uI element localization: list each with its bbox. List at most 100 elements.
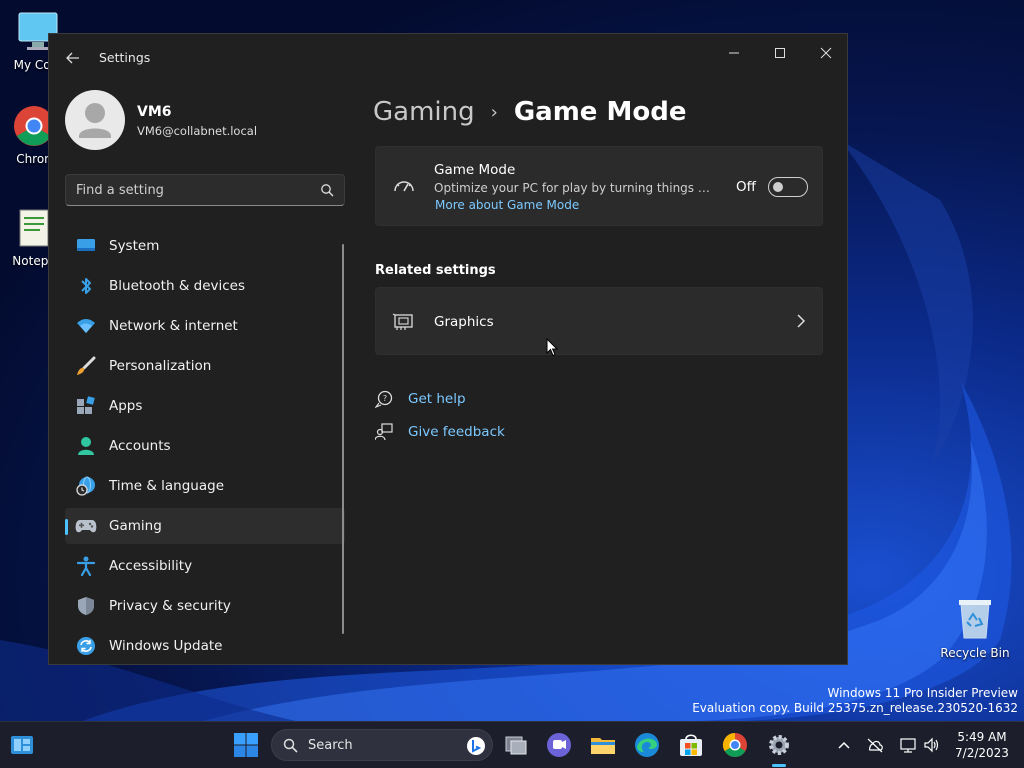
taskbar-search[interactable]: Search (271, 729, 493, 761)
sidebar-nav: System Bluetooth & devices Network & int… (65, 228, 345, 664)
profile-email: VM6@collabnet.local (137, 124, 258, 138)
sidebar-item-personalization[interactable]: Personalization (65, 348, 345, 384)
update-icon (75, 635, 97, 657)
watermark-line-1: Windows 11 Pro Insider Preview (827, 686, 1018, 700)
give-feedback-link[interactable]: Give feedback (375, 421, 505, 443)
search-icon (283, 738, 298, 753)
get-help-label: Get help (408, 391, 466, 407)
taskbar-clock[interactable]: 5:49 AM 7/2/2023 (944, 729, 1020, 761)
breadcrumb: Gaming › Game Mode (373, 92, 686, 132)
taskbar-search-label: Search (308, 738, 353, 753)
get-help-link[interactable]: ? Get help (375, 388, 466, 410)
svg-text:?: ? (383, 394, 387, 403)
settings-search (65, 174, 345, 206)
give-feedback-label: Give feedback (408, 424, 505, 440)
taskbar: Search 5:49 AM 7/2/2023 (0, 721, 1024, 768)
gamepad-icon (75, 515, 97, 537)
sidebar-item-label: Network & internet (109, 318, 238, 334)
clock-time: 5:49 AM (957, 730, 1007, 744)
start-icon[interactable] (232, 731, 260, 759)
chrome-icon[interactable] (721, 731, 749, 759)
person-avatar-icon (79, 103, 111, 138)
related-settings-heading: Related settings (375, 263, 496, 278)
sidebar-item-privacy-security[interactable]: Privacy & security (65, 588, 345, 624)
game-mode-description: Optimize your PC for play by turning thi… (434, 181, 714, 195)
sidebar-item-label: Personalization (109, 358, 212, 374)
avatar (65, 90, 125, 150)
sidebar-scrollbar[interactable] (342, 244, 344, 634)
bluetooth-icon (75, 275, 97, 297)
settings-gear-icon[interactable] (765, 731, 793, 759)
sidebar-item-label: Accounts (109, 438, 171, 454)
toggle-knob (773, 182, 783, 192)
search-input[interactable] (66, 175, 316, 205)
profile-name: VM6 (137, 104, 172, 120)
user-profile[interactable]: VM6 VM6@collabnet.local (65, 90, 345, 154)
cloud-offline-icon[interactable] (866, 736, 884, 754)
minimize-button[interactable] (711, 40, 757, 70)
sidebar-item-label: Bluetooth & devices (109, 278, 246, 294)
sidebar-item-label: Windows Update (109, 638, 223, 654)
sidebar-item-bluetooth[interactable]: Bluetooth & devices (65, 268, 345, 304)
arrow-left-icon (66, 52, 79, 64)
accessibility-icon (75, 555, 97, 577)
close-button[interactable] (803, 40, 847, 70)
sidebar-item-label: System (109, 238, 160, 254)
sidebar-item-apps[interactable]: Apps (65, 388, 345, 424)
microsoft-store-icon[interactable] (677, 731, 705, 759)
network-icon[interactable] (899, 736, 917, 754)
minimize-icon (729, 52, 739, 54)
game-mode-toggle[interactable] (768, 177, 808, 197)
chevron-right-icon (797, 314, 806, 328)
sidebar-item-accessibility[interactable]: Accessibility (65, 548, 345, 584)
game-mode-card: Game Mode Optimize your PC for play by t… (375, 146, 823, 226)
shield-icon (75, 595, 97, 617)
title-bar[interactable]: Settings (49, 34, 847, 82)
task-view-icon[interactable] (502, 731, 530, 759)
game-mode-state-label: Off (736, 179, 756, 195)
mouse-cursor-icon (546, 338, 558, 357)
desktop-icon-recycle-bin[interactable]: Recycle Bin (938, 596, 1012, 660)
sidebar-item-label: Gaming (109, 518, 162, 534)
apps-icon (75, 395, 97, 417)
breadcrumb-parent[interactable]: Gaming (373, 97, 475, 127)
maximize-button[interactable] (757, 40, 803, 70)
close-icon (820, 47, 832, 59)
person-icon (75, 435, 97, 457)
graphics-card[interactable]: Graphics (375, 287, 823, 355)
graphics-card-icon (392, 313, 413, 330)
edge-icon[interactable] (633, 731, 661, 759)
brush-icon (75, 355, 97, 377)
teams-chat-icon[interactable] (545, 731, 573, 759)
sidebar-item-windows-update[interactable]: Windows Update (65, 628, 345, 664)
bing-icon (467, 737, 485, 755)
recycle-bin-icon (959, 600, 991, 639)
volume-icon[interactable] (923, 736, 941, 754)
recycle-bin-label: Recycle Bin (940, 646, 1010, 660)
active-app-indicator (772, 764, 786, 767)
breadcrumb-separator: › (490, 101, 498, 123)
more-about-game-mode-link[interactable]: More about Game Mode (435, 198, 579, 212)
system-icon (75, 235, 97, 257)
app-title: Settings (99, 50, 151, 65)
chevron-up-icon[interactable] (835, 736, 853, 754)
sidebar-item-accounts[interactable]: Accounts (65, 428, 345, 464)
widgets-icon[interactable] (8, 731, 36, 759)
file-explorer-icon[interactable] (589, 731, 617, 759)
sidebar-item-label: Apps (109, 398, 143, 414)
watermark-line-2: Evaluation copy. Build 25375.zn_release.… (692, 701, 1018, 715)
graphics-label: Graphics (434, 314, 494, 330)
windows-watermark: Windows 11 Pro Insider Preview Evaluatio… (692, 686, 1018, 716)
settings-window: Settings VM6 VM6@collabnet.local System … (48, 33, 848, 665)
maximize-icon (775, 48, 785, 58)
sidebar-item-network[interactable]: Network & internet (65, 308, 345, 344)
sidebar-item-label: Time & language (109, 478, 225, 494)
search-icon[interactable] (320, 183, 334, 197)
sidebar-item-gaming[interactable]: Gaming (65, 508, 345, 544)
back-button[interactable] (63, 48, 83, 68)
game-mode-title: Game Mode (434, 162, 516, 178)
sidebar-item-system[interactable]: System (65, 228, 345, 264)
sidebar-item-time-language[interactable]: Time & language (65, 468, 345, 504)
clock-date: 7/2/2023 (955, 746, 1009, 760)
sidebar-item-label: Accessibility (109, 558, 193, 574)
